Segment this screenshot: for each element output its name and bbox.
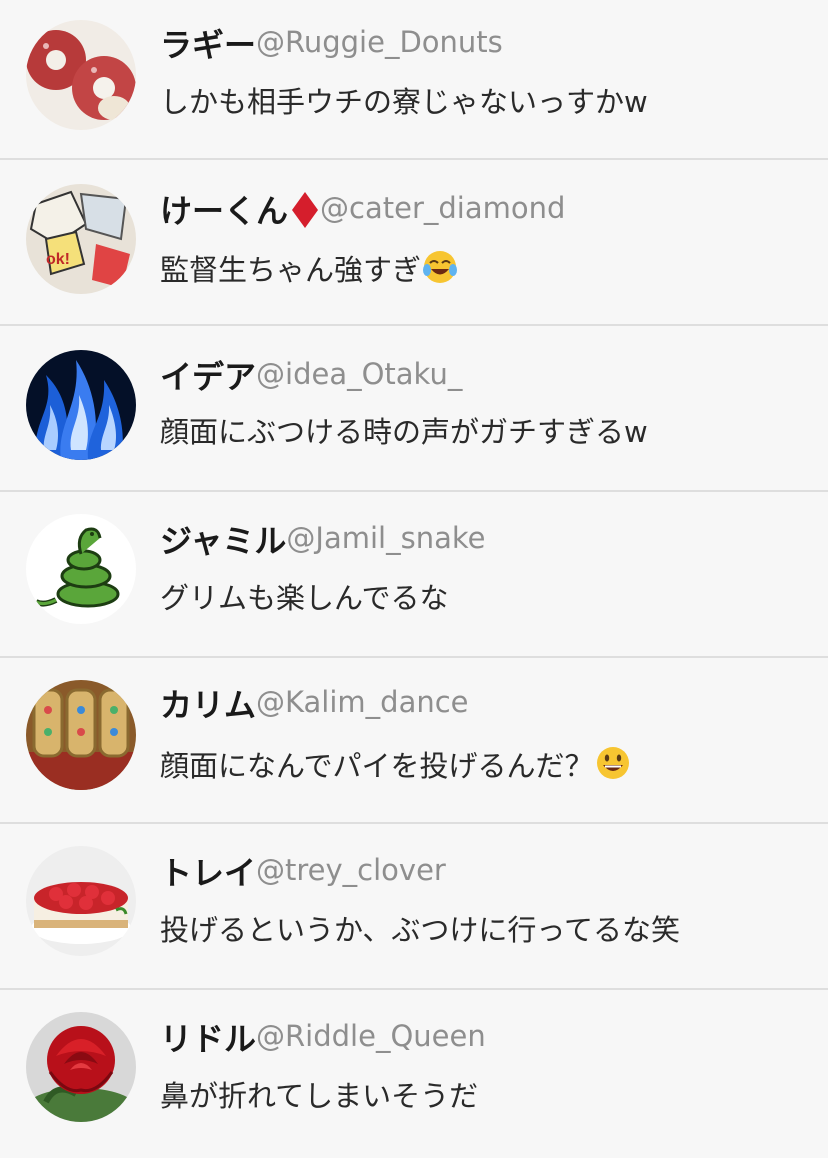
ornate-box-avatar — [26, 680, 136, 790]
reply-text-line: 顔面になんでパイを投げるんだ？ — [160, 744, 632, 786]
avatar[interactable] — [26, 514, 136, 624]
svg-text:ok!: ok! — [46, 251, 70, 268]
user-handle[interactable]: @Kalim_dance — [256, 685, 469, 719]
reply-text-line: 監督生ちゃん強すぎ — [160, 248, 459, 290]
display-name[interactable]: ジャミル — [160, 522, 286, 560]
user-handle[interactable]: @cater_diamond — [320, 191, 565, 225]
name-line: リドル@Riddle_Queen — [160, 1016, 486, 1065]
user-handle[interactable]: @Ruggie_Donuts — [256, 25, 503, 59]
snake-avatar — [26, 514, 136, 624]
list-item[interactable]: リドル@Riddle_Queen 鼻が折れてしまいそうだ — [0, 990, 828, 1154]
red-diamond-icon — [292, 192, 319, 228]
avatar[interactable] — [26, 350, 136, 460]
reply-text: グリムも楽しんでるな — [160, 581, 449, 615]
name-line: カリム@Kalim_dance — [160, 682, 469, 731]
reply-feed: ラギー@Ruggie_Donuts しかも相手ウチの寮じゃないっすかw ok! … — [0, 0, 828, 1158]
name-line: けーくん @cater_diamond — [160, 188, 565, 237]
user-handle[interactable]: @Riddle_Queen — [256, 1019, 486, 1053]
name-line: イデア@idea_Otaku_ — [160, 354, 462, 403]
blue-flame-avatar — [26, 350, 136, 460]
avatar[interactable]: ok! — [26, 184, 136, 294]
user-handle[interactable]: @trey_clover — [256, 853, 446, 887]
donut-avatar — [26, 20, 136, 130]
list-item[interactable]: ジャミル@Jamil_snake グリムも楽しんでるな — [0, 492, 828, 658]
reply-text: 顔面になんでパイを投げるんだ？ — [160, 749, 594, 783]
list-item[interactable]: イデア@idea_Otaku_ 顔面にぶつける時の声がガチすぎるw — [0, 326, 828, 492]
avatar[interactable] — [26, 846, 136, 956]
display-name[interactable]: イデア — [160, 358, 256, 396]
avatar[interactable] — [26, 680, 136, 790]
display-name[interactable]: ラギー — [160, 26, 256, 64]
avatar[interactable] — [26, 20, 136, 130]
name-line: ジャミル@Jamil_snake — [160, 518, 485, 567]
reply-text: 鼻が折れてしまいそうだ — [160, 1079, 479, 1113]
display-name[interactable]: カリム — [160, 686, 256, 724]
list-item[interactable]: トレイ@trey_clover 投げるというか、ぶつけに行ってるな笑 — [0, 824, 828, 990]
reply-text: しかも相手ウチの寮じゃないっすかw — [160, 85, 648, 119]
tears-of-joy-emoji — [423, 251, 458, 283]
user-handle[interactable]: @Jamil_snake — [286, 521, 485, 555]
comic-avatar: ok! — [26, 184, 136, 294]
display-name[interactable]: トレイ — [160, 854, 256, 892]
red-rose-avatar — [26, 1012, 136, 1122]
list-item[interactable]: ok! けーくん @cater_diamond 監督生ちゃん強すぎ — [0, 160, 828, 326]
list-item[interactable]: カリム@Kalim_dance 顔面になんでパイを投げるんだ？ — [0, 658, 828, 824]
grinning-face-emoji — [596, 747, 629, 779]
display-name[interactable]: リドル — [160, 1020, 256, 1058]
display-name[interactable]: けーくん — [160, 192, 288, 230]
reply-text: 投げるというか、ぶつけに行ってるな笑 — [160, 913, 680, 947]
strawberry-cake-avatar — [26, 846, 136, 956]
name-line: トレイ@trey_clover — [160, 850, 446, 899]
name-line: ラギー@Ruggie_Donuts — [160, 22, 503, 71]
list-item[interactable]: ラギー@Ruggie_Donuts しかも相手ウチの寮じゃないっすかw — [0, 0, 828, 160]
avatar[interactable] — [26, 1012, 136, 1122]
user-handle[interactable]: @idea_Otaku_ — [256, 357, 462, 391]
reply-text: 顔面にぶつける時の声がガチすぎるw — [160, 415, 648, 449]
reply-text: 監督生ちゃん強すぎ — [160, 253, 422, 287]
